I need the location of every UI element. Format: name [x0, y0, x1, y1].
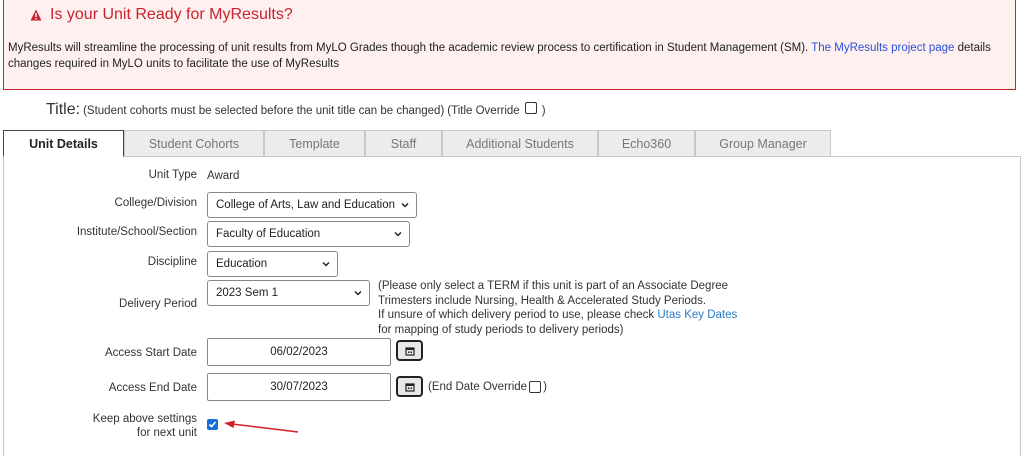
chevron-down-icon — [354, 290, 362, 296]
title-override-checkbox[interactable] — [524, 102, 537, 114]
access-start-input[interactable]: 06/02/2023 — [207, 338, 391, 366]
access-end-calendar-button[interactable] — [396, 376, 423, 397]
delivery-note-line3-row: If unsure of which delivery period to us… — [378, 308, 737, 323]
college-label: College/Division — [114, 197, 197, 209]
access-start-value: 06/02/2023 — [270, 346, 328, 358]
delivery-note-line1: (Please only select a TERM if this unit … — [378, 280, 729, 292]
end-date-override-label: (End Date Override — [428, 381, 528, 394]
calendar-icon — [404, 346, 415, 356]
discipline-select-value: Education — [216, 258, 268, 270]
myresults-project-link[interactable]: The MyResults project page — [811, 42, 954, 54]
tab-unit-details[interactable]: Unit Details — [3, 130, 124, 157]
delivery-period-note: (Please only select a TERM if this unit … — [378, 279, 737, 337]
chevron-down-icon — [394, 231, 402, 237]
unit-type-label: Unit Type — [148, 169, 197, 181]
tab-additional-students[interactable]: Additional Students — [442, 130, 598, 156]
end-date-override-checkbox[interactable] — [529, 381, 542, 393]
calendar-icon — [404, 382, 415, 392]
title-override-close: ) — [541, 105, 546, 117]
unit-type-value: Award — [207, 170, 240, 182]
delivery-note-line3: If unsure of which delivery period to us… — [378, 309, 655, 321]
tab-echo360[interactable]: Echo360 — [598, 130, 695, 156]
delivery-period-label: Delivery Period — [119, 298, 197, 310]
tab-student-cohorts[interactable]: Student Cohorts — [124, 130, 264, 156]
keep-settings-label-line1: Keep above settings — [92, 413, 197, 425]
title-section: Title: (Student cohorts must be selected… — [46, 101, 546, 119]
discipline-select[interactable]: Education — [207, 251, 338, 277]
access-start-label: Access Start Date — [104, 347, 197, 359]
tab-template[interactable]: Template — [264, 130, 365, 156]
institute-label: Institute/School/Section — [76, 226, 197, 238]
delivery-note-line4: for mapping of study periods to delivery… — [378, 323, 624, 336]
checkmark-icon — [208, 421, 217, 428]
keep-settings-checkbox[interactable] — [207, 419, 218, 430]
chevron-down-icon — [322, 261, 330, 267]
keep-settings-label: Keep above settings for next unit — [93, 412, 197, 440]
chevron-down-icon — [401, 202, 409, 208]
myresults-alert: Is your Unit Ready for MyResults? MyResu… — [3, 0, 1016, 90]
college-select-value: College of Arts, Law and Education — [216, 199, 396, 211]
alert-body-text: MyResults will streamline the processing… — [8, 42, 809, 54]
end-date-override: (End Date Override) — [428, 381, 547, 393]
end-date-override-close: ) — [543, 381, 547, 394]
keep-settings-label-line2: for next unit — [136, 427, 197, 439]
institute-select-value: Faculty of Education — [216, 228, 321, 240]
title-override-label: (Title Override — [447, 105, 520, 117]
alert-body: MyResults will streamline the processing… — [8, 40, 1008, 72]
tab-group-manager[interactable]: Group Manager — [695, 130, 831, 156]
tab-staff[interactable]: Staff — [365, 130, 442, 156]
utas-key-dates-link[interactable]: Utas Key Dates — [657, 309, 737, 321]
warning-icon — [30, 9, 42, 21]
annotation-arrow — [224, 420, 299, 433]
delivery-period-select-value: 2023 Sem 1 — [216, 287, 279, 299]
title-note: (Student cohorts must be selected before… — [83, 105, 445, 117]
access-end-value: 30/07/2023 — [270, 381, 328, 393]
access-end-input[interactable]: 30/07/2023 — [207, 373, 391, 401]
delivery-period-select[interactable]: 2023 Sem 1 — [207, 280, 370, 306]
discipline-label: Discipline — [147, 256, 197, 268]
access-start-calendar-button[interactable] — [396, 340, 423, 361]
college-select[interactable]: College of Arts, Law and Education — [207, 192, 417, 218]
title-label: Title: — [46, 101, 81, 118]
alert-title-row: Is your Unit Ready for MyResults? — [30, 6, 293, 24]
delivery-note-line2: Trimesters include Nursing, Health & Acc… — [378, 294, 707, 307]
alert-title: Is your Unit Ready for MyResults? — [50, 6, 293, 23]
institute-select[interactable]: Faculty of Education — [207, 221, 410, 247]
access-end-label: Access End Date — [108, 382, 197, 394]
